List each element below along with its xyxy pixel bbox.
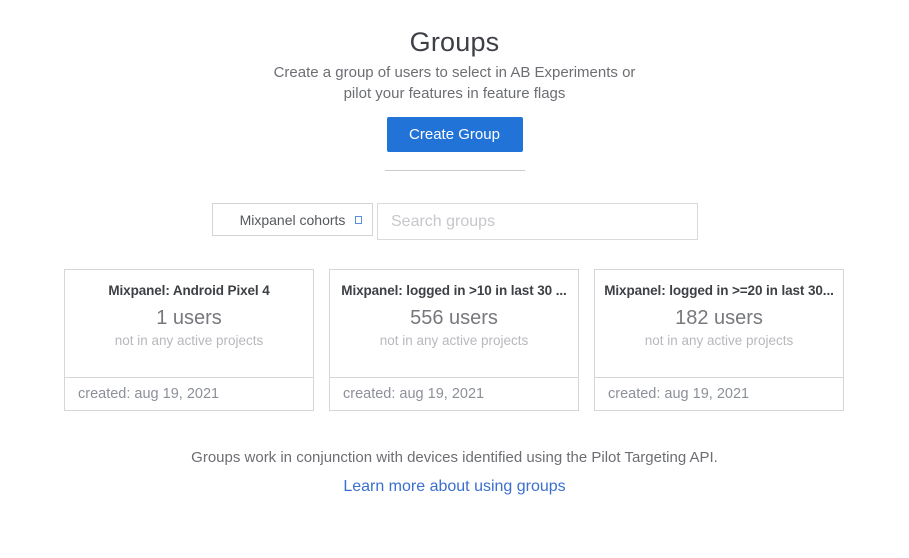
learn-more-link[interactable]: Learn more about using groups [343,478,565,495]
group-card[interactable]: Mixpanel: logged in >=20 in last 30... 1… [594,269,844,411]
header-divider [385,170,525,171]
groups-page: Groups Create a group of users to select… [0,0,909,558]
footer-link-wrap: Learn more about using groups [0,478,909,496]
group-card-created-date: created: aug 19, 2021 [330,377,578,410]
footer-note: Groups work in conjunction with devices … [0,449,909,466]
group-card-user-count: 556 users [330,307,578,330]
cohort-source-dropdown[interactable]: Mixpanel cohorts [212,203,373,236]
group-card-user-count: 182 users [595,307,843,330]
group-card[interactable]: Mixpanel: logged in >10 in last 30 ... 5… [329,269,579,411]
dropdown-indicator-icon [355,216,362,224]
group-cards-row: Mixpanel: Android Pixel 4 1 users not in… [64,269,844,411]
group-card-user-count: 1 users [65,307,313,330]
cohort-source-dropdown-value: Mixpanel cohorts [240,212,346,228]
group-card[interactable]: Mixpanel: Android Pixel 4 1 users not in… [64,269,314,411]
group-card-created-date: created: aug 19, 2021 [65,377,313,410]
group-card-title: Mixpanel: logged in >=20 in last 30... [595,283,843,298]
group-card-title: Mixpanel: Android Pixel 4 [65,283,313,298]
group-card-status: not in any active projects [65,333,313,348]
group-card-status: not in any active projects [595,333,843,348]
group-card-status: not in any active projects [330,333,578,348]
create-group-button[interactable]: Create Group [387,117,523,152]
search-groups-input[interactable] [377,203,698,240]
group-card-title: Mixpanel: logged in >10 in last 30 ... [330,283,578,298]
page-subtitle-line1: Create a group of users to select in AB … [0,62,909,83]
page-subtitle-line2: pilot your features in feature flags [0,83,909,104]
page-subtitle: Create a group of users to select in AB … [0,62,909,104]
group-card-created-date: created: aug 19, 2021 [595,377,843,410]
page-title: Groups [0,27,909,58]
filter-row: Mixpanel cohorts [212,203,698,240]
